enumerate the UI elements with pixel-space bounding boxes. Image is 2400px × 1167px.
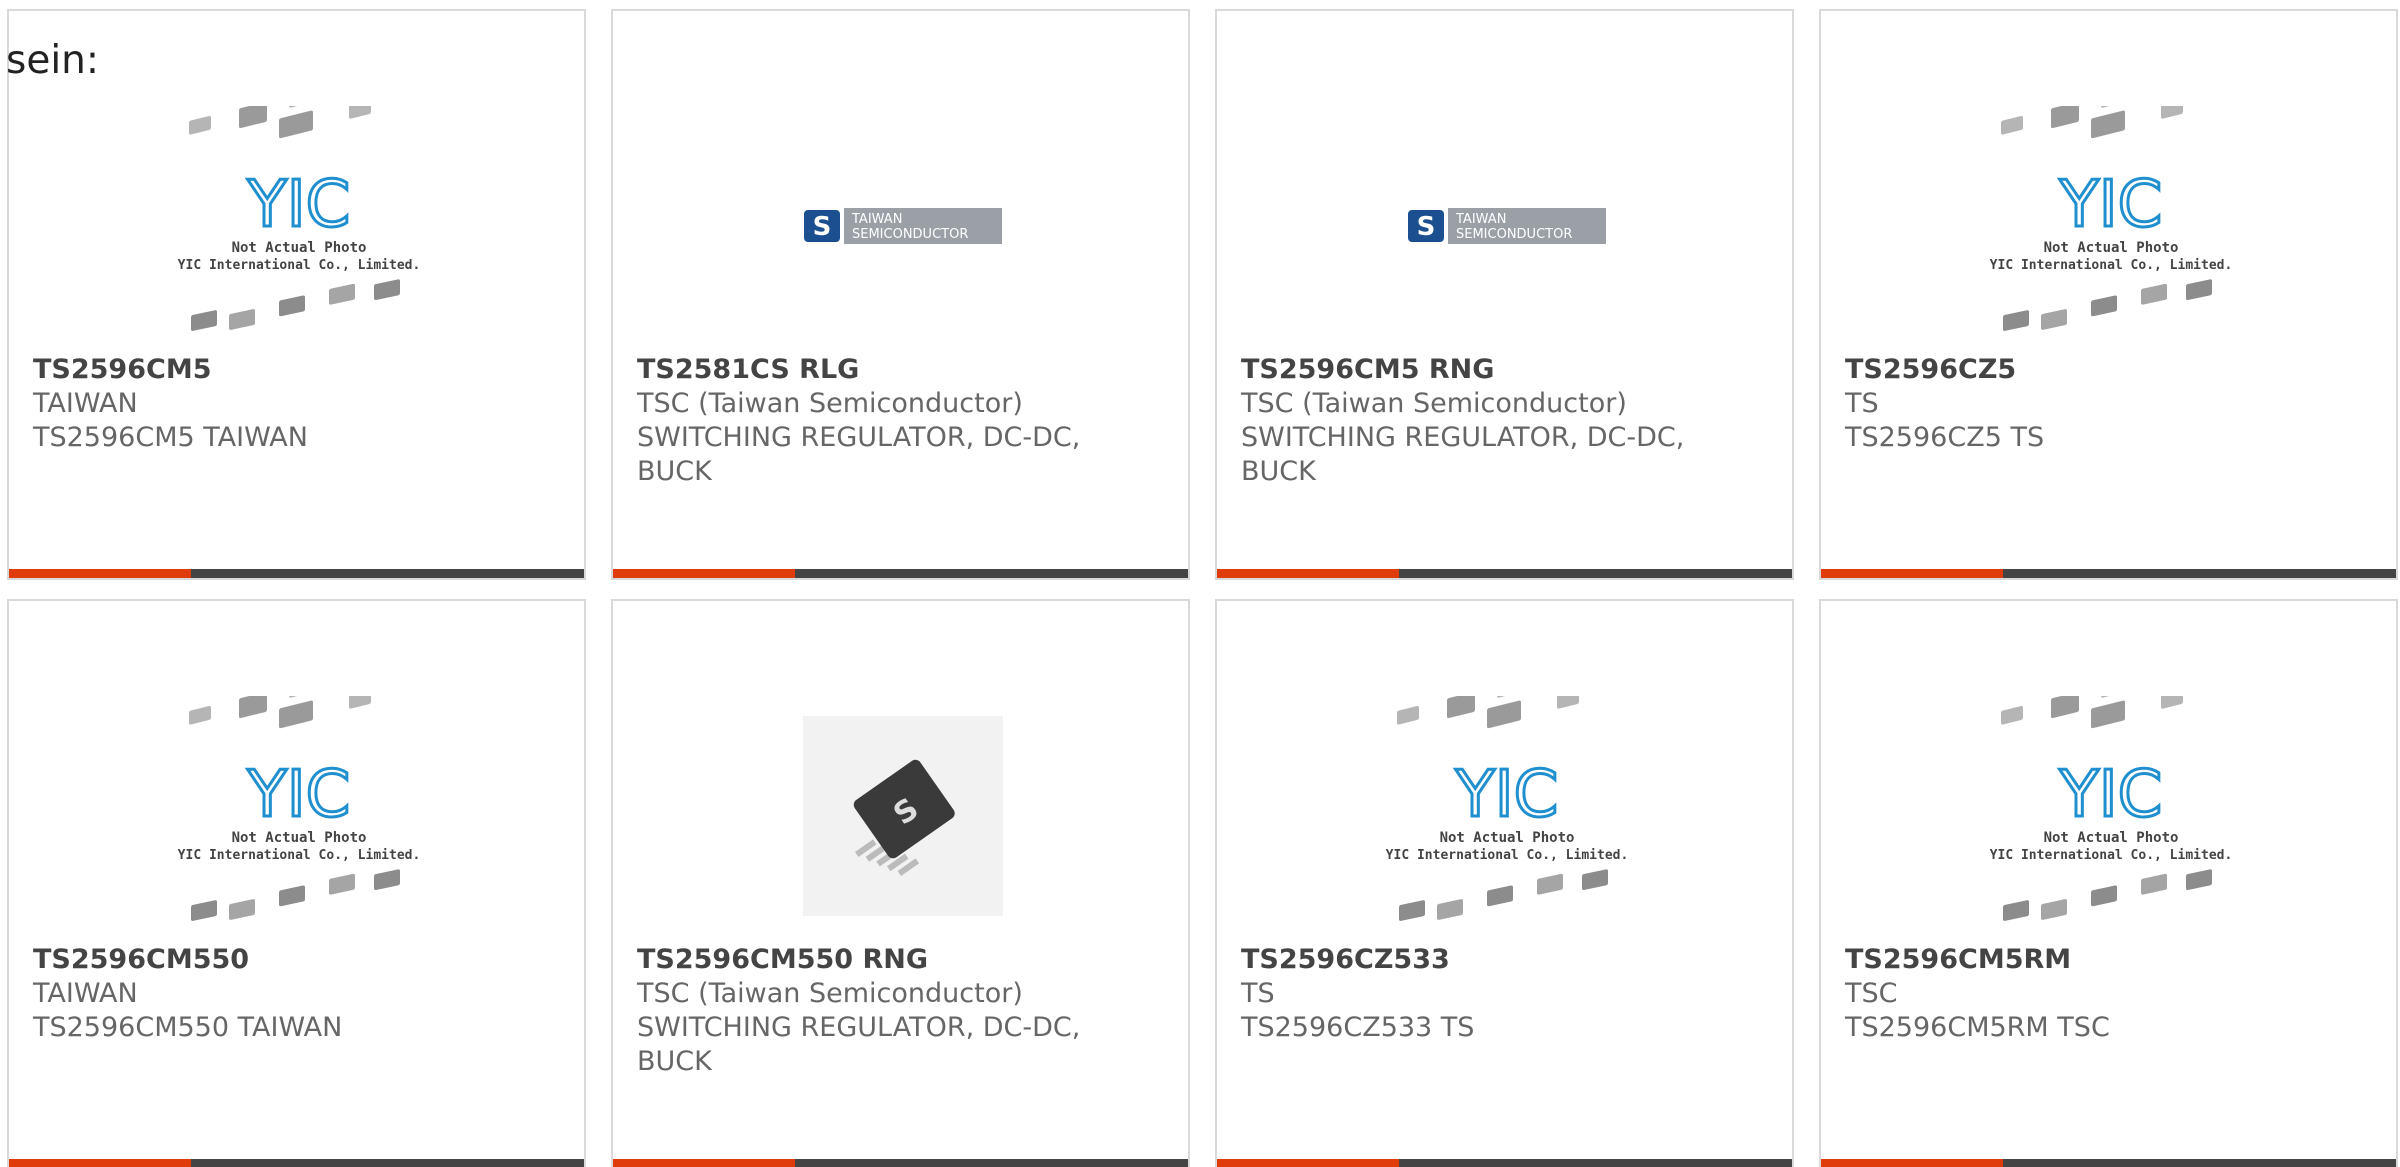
svg-text:Not Actual Photo: Not Actual Photo: [232, 240, 367, 256]
part-number-link[interactable]: TS2596CM5: [33, 353, 484, 387]
part-number-link[interactable]: TS2596CM5 RNG: [1241, 353, 1692, 387]
product-card[interactable]: YIC Not Actual Photo YIC International Co.…: [1215, 599, 1794, 1167]
tsc-logo-icon: S TAIWANSEMICONDUCTOR: [1408, 208, 1606, 244]
description-cont: BUCK: [1241, 456, 1316, 487]
svg-text:YIC International Co., Limited: YIC International Co., Limited.: [178, 848, 421, 863]
card-bar: [613, 569, 1188, 578]
manufacturer: TAIWAN: [33, 978, 138, 1009]
description-cont: BUCK: [637, 1046, 712, 1077]
description: TS2596CM5RM TSC: [1845, 1012, 2110, 1043]
part-number-link[interactable]: TS2596CM550 RNG: [637, 943, 1088, 977]
product-card[interactable]: YIC Not Actual Photo YIC International Co.…: [7, 599, 586, 1167]
product-card[interactable]: YIC Not Actual Photo YIC International Co.…: [1819, 9, 2398, 580]
svg-text:YIC: YIC: [247, 168, 351, 242]
card-bar-accent: [613, 569, 795, 578]
product-card[interactable]: S TS2596CM550 RNG TSC (Taiwan Semiconduc…: [611, 599, 1190, 1167]
product-info: TS2596CZ5 TS TS2596CZ5 TS: [1845, 353, 2296, 455]
svg-text:YIC: YIC: [247, 758, 351, 832]
svg-text:SEMICONDUCTOR: SEMICONDUCTOR: [852, 227, 968, 242]
manufacturer: TSC: [1845, 978, 1898, 1009]
yic-placeholder-icon: YICNot Actual Photo YIC International Co.…: [178, 106, 421, 331]
product-info: TS2596CM5RM TSC TS2596CM5RM TSC: [1845, 943, 2296, 1045]
description: SWITCHING REGULATOR, DC-DC,: [1241, 422, 1685, 453]
svg-text:YIC International Co., Limited: YIC International Co., Limited.: [1990, 258, 2233, 273]
description: SWITCHING REGULATOR, DC-DC,: [637, 422, 1081, 453]
svg-text:YIC International Co., Limited: YIC International Co., Limited.: [178, 258, 421, 273]
manufacturer: TAIWAN: [33, 388, 138, 419]
product-card[interactable]: YIC Not Actual Photo YIC International Co.…: [7, 9, 586, 580]
product-image[interactable]: YIC Not Actual Photo YIC International Co.…: [1981, 101, 2241, 351]
manufacturer: TS: [1241, 978, 1275, 1009]
card-bar: [1821, 569, 2396, 578]
svg-text:Not Actual Photo: Not Actual Photo: [2044, 240, 2179, 256]
yic-placeholder-icon: YICNot Actual Photo YIC International Co.…: [1386, 696, 1629, 921]
svg-text:YIC International Co., Limited: YIC International Co., Limited.: [1990, 848, 2233, 863]
card-bar: [613, 1159, 1188, 1167]
part-number-link[interactable]: TS2596CM5RM: [1845, 943, 2296, 977]
card-bar-accent: [1821, 1159, 2003, 1167]
yic-placeholder-icon: YICNot Actual Photo YIC International Co.…: [1990, 106, 2233, 331]
card-bar-accent: [1217, 569, 1399, 578]
svg-text:Not Actual Photo: Not Actual Photo: [1440, 830, 1575, 846]
svg-text:TAIWAN: TAIWAN: [851, 212, 902, 227]
card-bar-accent: [9, 1159, 191, 1167]
card-bar: [9, 1159, 584, 1167]
card-bar: [1217, 569, 1792, 578]
description: TS2596CZ533 TS: [1241, 1012, 1475, 1043]
description: SWITCHING REGULATOR, DC-DC,: [637, 1012, 1081, 1043]
svg-text:YIC International Co., Limited: YIC International Co., Limited.: [1386, 848, 1629, 863]
svg-text:Not Actual Photo: Not Actual Photo: [2044, 830, 2179, 846]
product-image[interactable]: YIC Not Actual Photo YIC International Co.…: [169, 101, 429, 351]
card-bar-accent: [1821, 569, 2003, 578]
card-bar: [1217, 1159, 1792, 1167]
product-info: TS2596CM550 TAIWAN TS2596CM550 TAIWAN: [33, 943, 484, 1045]
svg-text:TAIWAN: TAIWAN: [1455, 212, 1506, 227]
part-number-link[interactable]: TS2581CS RLG: [637, 353, 1088, 387]
description: TS2596CM550 TAIWAN: [33, 1012, 343, 1043]
svg-text:SEMICONDUCTOR: SEMICONDUCTOR: [1456, 227, 1572, 242]
product-image[interactable]: YIC Not Actual Photo YIC International Co.…: [169, 691, 429, 941]
svg-text:S: S: [813, 212, 832, 242]
card-bar: [9, 569, 584, 578]
description-cont: BUCK: [637, 456, 712, 487]
svg-text:YIC: YIC: [2059, 758, 2163, 832]
product-grid: YIC Not Actual Photo YIC International Co.…: [0, 0, 2400, 1167]
manufacturer: TSC (Taiwan Semiconductor): [637, 388, 1023, 419]
product-info: TS2596CM5 RNG TSC (Taiwan Semiconductor)…: [1241, 353, 1692, 489]
product-card[interactable]: S TAIWAN SEMICONDUCTOR TS2581CS RLG TSC (T…: [611, 9, 1190, 580]
product-card[interactable]: S TAIWAN SEMICONDUCTOR TS2596CM5 RNG TSC (…: [1215, 9, 1794, 580]
svg-text:S: S: [1417, 212, 1436, 242]
product-info: TS2581CS RLG TSC (Taiwan Semiconductor) …: [637, 353, 1088, 489]
product-card[interactable]: YIC Not Actual Photo YIC International Co.…: [1819, 599, 2398, 1167]
card-bar-accent: [1217, 1159, 1399, 1167]
product-image[interactable]: YIC Not Actual Photo YIC International Co.…: [1377, 691, 1637, 941]
intro-text: sein:: [6, 38, 100, 83]
description: TS2596CM5 TAIWAN: [33, 422, 308, 453]
svg-text:YIC: YIC: [2059, 168, 2163, 242]
description: TS2596CZ5 TS: [1845, 422, 2045, 453]
card-bar-accent: [613, 1159, 795, 1167]
ic-chip-icon: S: [853, 759, 955, 876]
part-number-link[interactable]: TS2596CZ533: [1241, 943, 1692, 977]
card-bar: [1821, 1159, 2396, 1167]
manufacturer: TS: [1845, 388, 1879, 419]
product-info: TS2596CM5 TAIWAN TS2596CM5 TAIWAN: [33, 353, 484, 455]
product-info: TS2596CM550 RNG TSC (Taiwan Semiconducto…: [637, 943, 1088, 1079]
yic-placeholder-icon: YICNot Actual Photo YIC International Co.…: [178, 696, 421, 921]
svg-text:Not Actual Photo: Not Actual Photo: [232, 830, 367, 846]
product-image[interactable]: S TAIWAN SEMICONDUCTOR: [1377, 101, 1637, 351]
part-number-link[interactable]: TS2596CM550: [33, 943, 484, 977]
product-info: TS2596CZ533 TS TS2596CZ533 TS: [1241, 943, 1692, 1045]
manufacturer: TSC (Taiwan Semiconductor): [637, 978, 1023, 1009]
tsc-logo-icon: S TAIWANSEMICONDUCTOR: [804, 208, 1002, 244]
manufacturer: TSC (Taiwan Semiconductor): [1241, 388, 1627, 419]
card-bar-accent: [9, 569, 191, 578]
product-image[interactable]: S: [773, 691, 1033, 941]
yic-placeholder-icon: YICNot Actual Photo YIC International Co.…: [1990, 696, 2233, 921]
product-image[interactable]: S TAIWAN SEMICONDUCTOR: [773, 101, 1033, 351]
product-image[interactable]: YIC Not Actual Photo YIC International Co.…: [1981, 691, 2241, 941]
chip-photo: S: [803, 716, 1003, 916]
part-number-link[interactable]: TS2596CZ5: [1845, 353, 2296, 387]
svg-text:YIC: YIC: [1455, 758, 1559, 832]
